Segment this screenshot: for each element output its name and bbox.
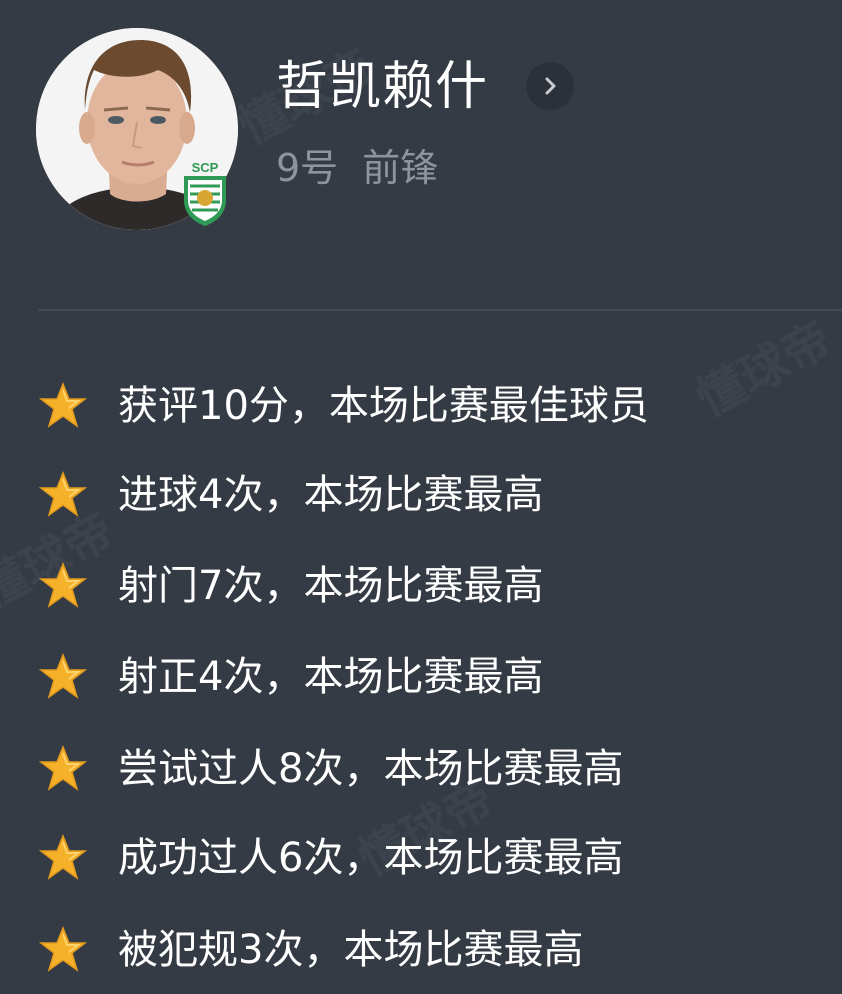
star-icon [38, 470, 88, 517]
achievement-item: 被犯规3次，本场比赛最高 [38, 910, 583, 990]
star-icon [38, 561, 88, 608]
achievement-text: 被犯规3次，本场比赛最高 [118, 927, 584, 973]
achievement-text: 成功过人6次，本场比赛最高 [118, 835, 624, 881]
achievement-text: 尝试过人8次，本场比赛最高 [118, 746, 624, 792]
star-icon [38, 652, 88, 699]
achievement-text: 射正4次，本场比赛最高 [118, 654, 544, 700]
achievement-text: 获评10分，本场比赛最佳球员 [118, 383, 649, 429]
achievement-list: 获评10分，本场比赛最佳球员 进球4次，本场比赛最高 射门7次，本场比赛最高 射… [0, 0, 842, 994]
achievement-item: 获评10分，本场比赛最佳球员 [38, 366, 649, 446]
achievement-item: 尝试过人8次，本场比赛最高 [38, 729, 623, 809]
achievement-item: 成功过人6次，本场比赛最高 [38, 818, 623, 898]
player-highlight-card: 懂球帝 懂球帝 懂球帝 懂球帝 SCP 哲凯赖什 [0, 0, 842, 994]
star-icon [38, 833, 88, 880]
achievement-item: 射门7次，本场比赛最高 [38, 546, 543, 626]
achievement-item: 进球4次，本场比赛最高 [38, 455, 543, 535]
achievement-text: 射门7次，本场比赛最高 [118, 563, 544, 609]
star-icon [38, 744, 88, 791]
achievement-item: 射正4次，本场比赛最高 [38, 637, 543, 717]
star-icon [38, 381, 88, 428]
achievement-text: 进球4次，本场比赛最高 [118, 472, 544, 518]
star-icon [38, 925, 88, 972]
